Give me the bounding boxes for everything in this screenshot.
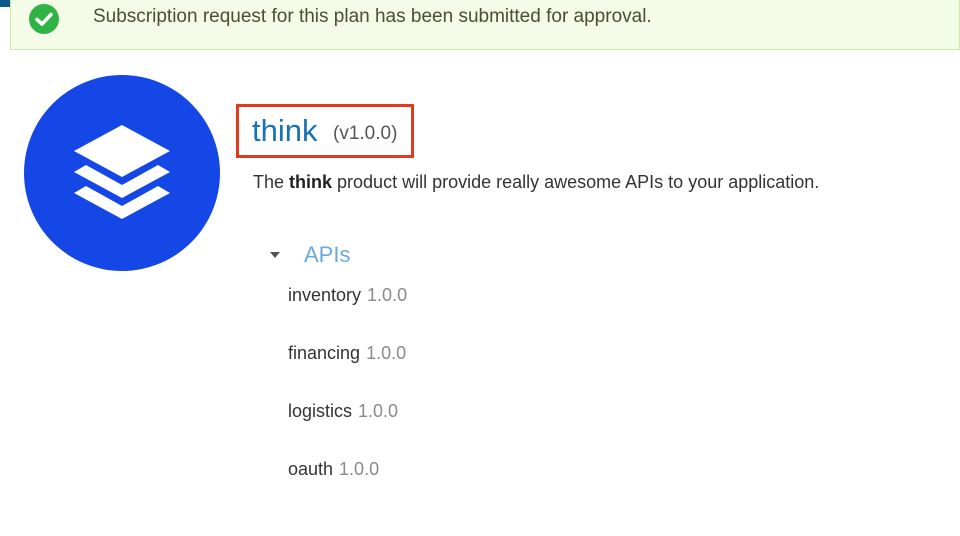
api-version: 1.0.0 bbox=[367, 285, 408, 305]
api-item-oauth[interactable]: oauth 1.0.0 bbox=[288, 459, 379, 480]
alert-message: Subscription request for this plan has b… bbox=[93, 6, 652, 27]
product-name: think bbox=[252, 113, 318, 148]
api-name: financing bbox=[288, 343, 361, 363]
api-version: 1.0.0 bbox=[366, 343, 407, 363]
product-version: (v1.0.0) bbox=[333, 123, 398, 144]
product-description: The think product will provide really aw… bbox=[253, 172, 819, 193]
check-circle-icon bbox=[29, 4, 59, 34]
description-suffix: product will provide really awesome APIs… bbox=[332, 172, 820, 192]
caret-down-icon bbox=[270, 252, 280, 258]
description-prefix: The bbox=[253, 172, 290, 192]
product-logo bbox=[24, 75, 220, 271]
api-item-logistics[interactable]: logistics 1.0.0 bbox=[288, 401, 398, 422]
api-item-inventory[interactable]: inventory 1.0.0 bbox=[288, 285, 407, 306]
api-version: 1.0.0 bbox=[339, 459, 380, 479]
api-version: 1.0.0 bbox=[358, 401, 399, 421]
api-item-financing[interactable]: financing 1.0.0 bbox=[288, 343, 406, 364]
description-product-name: think bbox=[289, 172, 333, 192]
api-name: inventory bbox=[288, 285, 362, 305]
apis-label: APIs bbox=[304, 242, 351, 267]
apis-section-toggle[interactable]: APIs bbox=[270, 242, 350, 268]
success-alert: Subscription request for this plan has b… bbox=[10, 0, 960, 50]
api-name: oauth bbox=[288, 459, 334, 479]
api-name: logistics bbox=[288, 401, 353, 421]
